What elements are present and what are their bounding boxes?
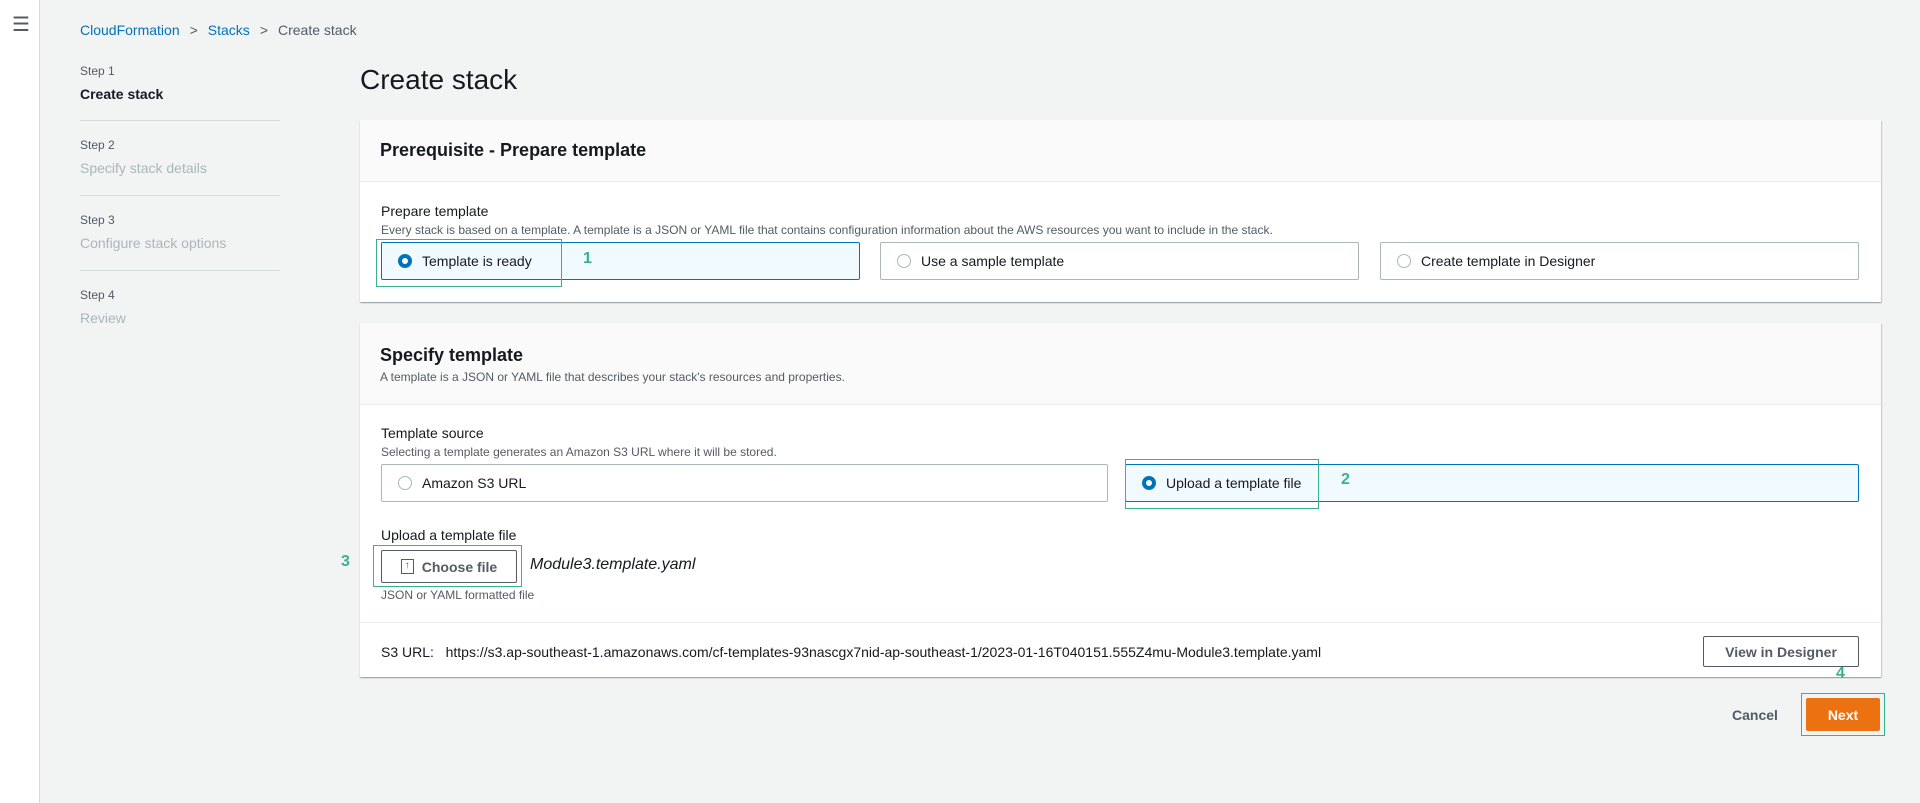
breadcrumb-cloudformation[interactable]: CloudFormation	[80, 22, 180, 38]
divider	[80, 270, 280, 271]
option-designer[interactable]: Create template in Designer	[1380, 242, 1859, 280]
hamburger-menu-icon[interactable]: ☰	[12, 12, 30, 37]
wizard-step-3: Step 3 Configure stack options	[80, 213, 280, 251]
radio-icon	[398, 476, 412, 490]
annotation-number-1: 1	[583, 250, 592, 267]
annotation-number-3: 3	[341, 553, 350, 570]
breadcrumb: CloudFormation > Stacks > Create stack	[80, 22, 357, 38]
option-label: Use a sample template	[921, 253, 1065, 269]
divider	[360, 622, 1881, 623]
step-label: Create stack	[80, 86, 164, 102]
file-hint: JSON or YAML formatted file	[381, 588, 535, 602]
panel-title: Specify template	[380, 345, 524, 365]
s3-url-label: S3 URL:	[381, 644, 434, 660]
step-label: Review	[80, 310, 126, 326]
annotation-number-4: 4	[1836, 665, 1845, 682]
option-sample-template[interactable]: Use a sample template	[880, 242, 1359, 280]
s3-url-row: S3 URL: https://s3.ap-southeast-1.amazon…	[381, 644, 1321, 660]
wizard-step-2: Step 2 Specify stack details	[80, 138, 280, 176]
step-number: Step 1	[80, 64, 115, 78]
step-number: Step 3	[80, 213, 115, 227]
annotation-box-1	[376, 239, 562, 287]
option-label: Amazon S3 URL	[422, 475, 527, 491]
annotation-box-3	[373, 545, 522, 587]
wizard-step-1: Step 1 Create stack	[80, 64, 280, 102]
divider	[80, 120, 280, 121]
step-number: Step 2	[80, 138, 115, 152]
option-label: Create template in Designer	[1421, 253, 1596, 269]
annotation-number-2: 2	[1341, 471, 1350, 488]
panel-desc: A template is a JSON or YAML file that d…	[380, 370, 845, 384]
template-source-desc: Selecting a template generates an Amazon…	[381, 445, 777, 459]
radio-icon	[897, 254, 911, 268]
chevron-right-icon: >	[259, 22, 268, 38]
cancel-button[interactable]: Cancel	[1732, 707, 1778, 723]
view-in-designer-button[interactable]: View in Designer	[1703, 636, 1859, 667]
side-rail	[0, 0, 40, 803]
step-label: Configure stack options	[80, 235, 227, 251]
option-s3-url[interactable]: Amazon S3 URL	[381, 464, 1108, 502]
step-number: Step 4	[80, 288, 115, 302]
prepare-template-desc: Every stack is based on a template. A te…	[381, 223, 1273, 237]
step-label: Specify stack details	[80, 160, 207, 176]
panel-title: Prerequisite - Prepare template	[380, 140, 647, 160]
annotation-box-4	[1801, 693, 1885, 736]
s3-url-value: https://s3.ap-southeast-1.amazonaws.com/…	[445, 644, 1322, 660]
template-source-label: Template source	[381, 425, 484, 441]
prepare-template-label: Prepare template	[381, 203, 489, 219]
breadcrumb-stacks[interactable]: Stacks	[208, 22, 250, 38]
annotation-box-2	[1125, 459, 1319, 509]
upload-file-label: Upload a template file	[381, 527, 517, 543]
chevron-right-icon: >	[189, 22, 198, 38]
breadcrumb-current: Create stack	[278, 22, 357, 38]
selected-file-name: Module3.template.yaml	[530, 556, 696, 573]
divider	[80, 195, 280, 196]
wizard-step-4: Step 4 Review	[80, 288, 280, 326]
radio-icon	[1397, 254, 1411, 268]
page-title: Create stack	[360, 64, 518, 95]
